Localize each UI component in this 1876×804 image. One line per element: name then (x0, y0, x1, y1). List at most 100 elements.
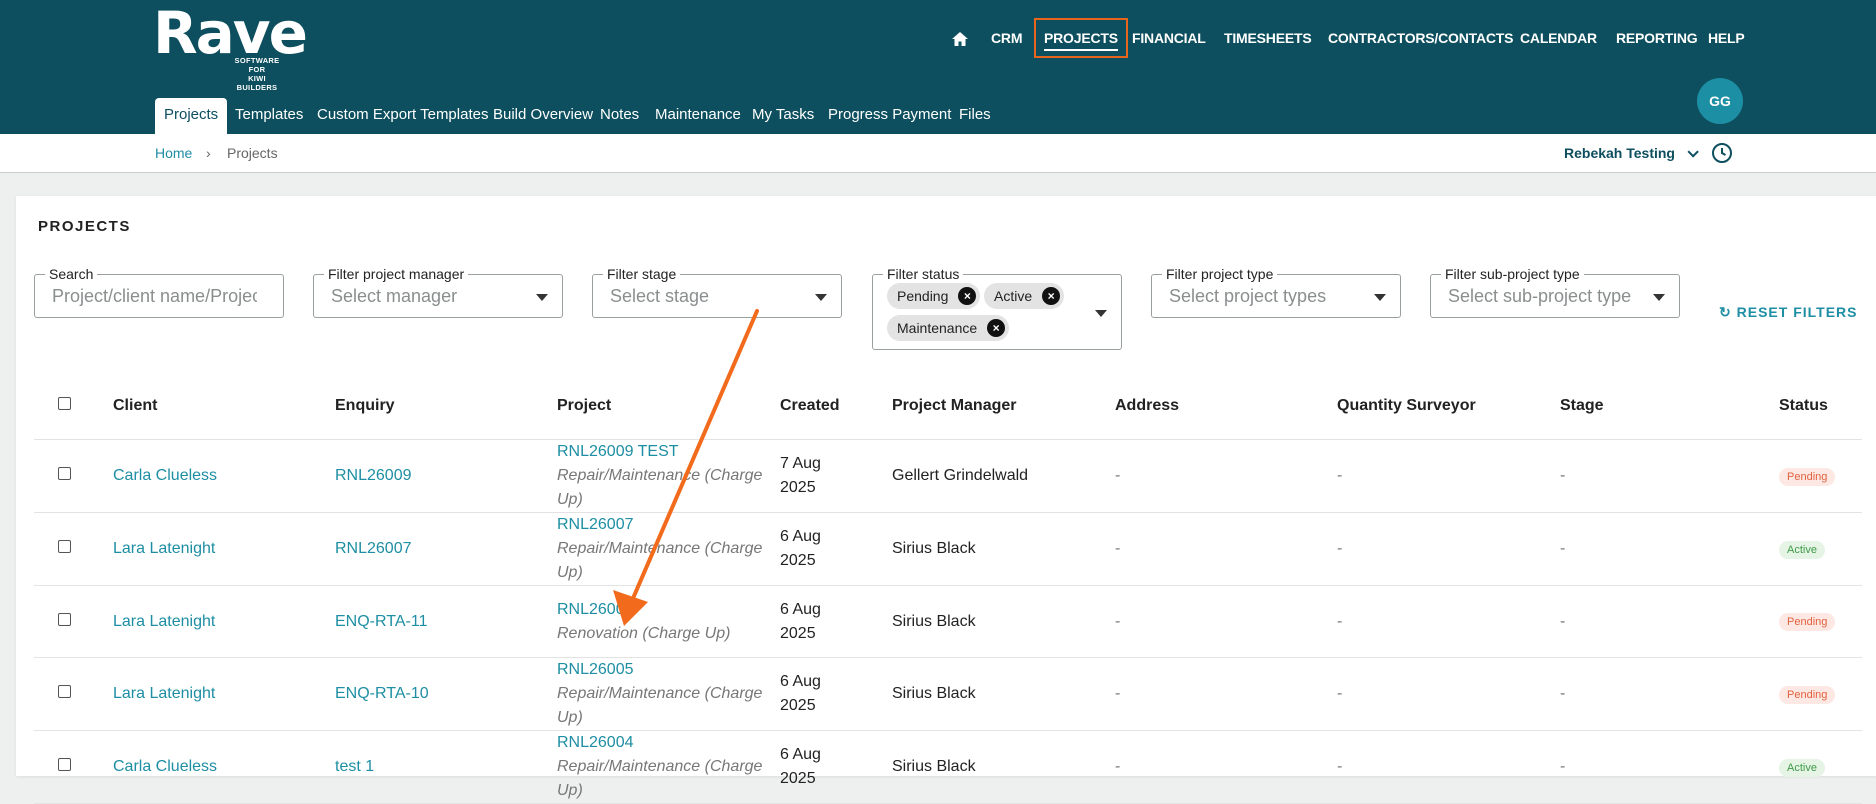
col-client[interactable]: Client (113, 372, 335, 440)
col-status[interactable]: Status (1779, 372, 1862, 440)
project-link[interactable]: RNL26005 (557, 661, 634, 678)
status-chip-maintenance[interactable]: Maintenance × (887, 315, 1010, 341)
tab-projects[interactable]: Projects (155, 98, 228, 134)
filter-project-type[interactable]: Filter project type Select project types (1151, 266, 1401, 318)
table-row[interactable]: Lara Latenight RNL26007 RNL26007 Repair/M… (34, 512, 1862, 586)
address: - (1115, 512, 1337, 586)
filter-sub-project-type[interactable]: Filter sub-project type Select sub-proje… (1430, 266, 1680, 318)
filter-stage[interactable]: Filter stage Select stage (592, 266, 842, 318)
history-clock-icon[interactable] (1711, 142, 1733, 167)
remove-chip-icon[interactable]: × (987, 319, 1006, 337)
project-link[interactable]: RNL26007 (557, 516, 634, 533)
logo-tagline: SOFTWARE FOR KIWI BUILDERS (234, 56, 280, 92)
nav-reporting[interactable]: REPORTING (1616, 20, 1698, 56)
project-type: Repair/Maintenance (Charge Up) (557, 540, 763, 581)
remove-chip-icon[interactable]: × (1042, 287, 1061, 305)
project-type: Repair/Maintenance (Charge Up) (557, 685, 763, 726)
page-title: PROJECTS (38, 218, 131, 235)
client-link[interactable]: Carla Clueless (113, 758, 217, 775)
client-link[interactable]: Carla Clueless (113, 467, 217, 484)
status-badge: Pending (1779, 467, 1836, 486)
client-link[interactable]: Lara Latenight (113, 540, 215, 557)
nav-crm[interactable]: CRM (991, 20, 1022, 56)
col-stage[interactable]: Stage (1560, 372, 1779, 440)
nav-projects[interactable]: PROJECTS (1034, 18, 1128, 58)
filter-stage-label: Filter stage (603, 266, 681, 282)
table-row[interactable]: Lara Latenight ENQ-RTA-11 RNL26006 Renova… (34, 585, 1862, 658)
row-checkbox[interactable] (58, 467, 71, 480)
breadcrumb-current: Projects (227, 145, 278, 161)
table-header-row: Client Enquiry Project Created Project M… (34, 372, 1862, 440)
nav-calendar[interactable]: CALENDAR (1520, 20, 1597, 56)
project-manager: Sirius Black (892, 730, 1115, 804)
filter-stage-placeholder: Select stage (610, 286, 710, 306)
col-created[interactable]: Created (780, 372, 892, 440)
project-link[interactable]: RNL26009 TEST (557, 443, 679, 460)
address: - (1115, 657, 1337, 731)
filter-status-label: Filter status (883, 266, 964, 282)
status-chip-pending[interactable]: Pending × (887, 283, 981, 309)
table-row[interactable]: Lara Latenight ENQ-RTA-10 RNL26005 Repair… (34, 657, 1862, 731)
client-link[interactable]: Lara Latenight (113, 685, 215, 702)
col-project[interactable]: Project (557, 372, 780, 440)
stage: - (1560, 730, 1779, 804)
nav-help[interactable]: HELP (1708, 20, 1745, 56)
dropdown-caret-icon (536, 294, 548, 301)
filter-project-manager-placeholder: Select manager (331, 286, 458, 306)
reset-filters-button[interactable]: ↻ RESET FILTERS (1719, 304, 1857, 321)
tab-build-overview[interactable]: Build Overview (493, 98, 593, 134)
created-year: 2025 (780, 552, 816, 569)
nav-financial[interactable]: FINANCIAL (1132, 20, 1206, 56)
filter-sub-project-type-placeholder: Select sub-project type (1448, 286, 1632, 306)
tab-my-tasks[interactable]: My Tasks (752, 98, 814, 134)
home-icon[interactable] (951, 20, 971, 56)
col-project-manager[interactable]: Project Manager (892, 372, 1115, 440)
tab-notes[interactable]: Notes (600, 98, 639, 134)
enquiry-link[interactable]: test 1 (335, 758, 374, 775)
row-checkbox[interactable] (58, 758, 71, 771)
filter-status[interactable]: Filter status Pending × Active × Maintenan… (872, 266, 1122, 350)
enquiry-link[interactable]: RNL26007 (335, 540, 412, 557)
tab-templates[interactable]: Templates (235, 98, 303, 134)
address: - (1115, 730, 1337, 804)
tab-files[interactable]: Files (959, 98, 991, 134)
nav-timesheets[interactable]: TIMESHEETS (1224, 20, 1312, 56)
row-checkbox[interactable] (58, 540, 71, 553)
filter-sub-project-type-label: Filter sub-project type (1441, 266, 1584, 282)
created-date: 6 Aug (780, 528, 821, 545)
breadcrumb-home[interactable]: Home (155, 134, 192, 172)
enquiry-link[interactable]: ENQ-RTA-11 (335, 613, 427, 630)
project-manager: Gellert Grindelwald (892, 439, 1115, 513)
select-all-checkbox[interactable] (58, 396, 71, 410)
remove-chip-icon[interactable]: × (958, 287, 977, 305)
user-avatar[interactable]: GG (1697, 78, 1743, 124)
created-date: 6 Aug (780, 746, 821, 763)
refresh-icon: ↻ (1719, 304, 1732, 320)
search-placeholder: Project/client name/Project (52, 286, 257, 306)
enquiry-link[interactable]: ENQ-RTA-10 (335, 685, 429, 702)
tab-custom-export-templates[interactable]: Custom Export Templates (317, 98, 488, 134)
filter-project-manager[interactable]: Filter project manager Select manager (313, 266, 563, 318)
tab-maintenance[interactable]: Maintenance (655, 98, 741, 134)
filter-project-type-placeholder: Select project types (1169, 286, 1327, 306)
col-address[interactable]: Address (1115, 372, 1337, 440)
dropdown-caret-icon (1653, 294, 1665, 301)
project-link[interactable]: RNL26006 (557, 601, 634, 618)
tab-progress-payment[interactable]: Progress Payment (828, 98, 951, 134)
project-link[interactable]: RNL26004 (557, 734, 634, 751)
project-type: Repair/Maintenance (Charge Up) (557, 467, 763, 508)
enquiry-link[interactable]: RNL26009 (335, 467, 412, 484)
project-type: Repair/Maintenance (Charge Up) (557, 758, 763, 799)
client-link[interactable]: Lara Latenight (113, 613, 215, 630)
row-checkbox[interactable] (58, 612, 71, 626)
col-quantity-surveyor[interactable]: Quantity Surveyor (1337, 372, 1560, 440)
table-row[interactable]: Carla Clueless RNL26009 RNL26009 TEST Rep… (34, 439, 1862, 513)
col-enquiry[interactable]: Enquiry (335, 372, 557, 440)
nav-contractors-contacts[interactable]: CONTRACTORS/CONTACTS (1328, 20, 1513, 56)
row-checkbox[interactable] (58, 685, 71, 698)
table-row[interactable]: Carla Clueless test 1 RNL26004 Repair/Mai… (34, 730, 1862, 804)
status-chip-active[interactable]: Active × (984, 283, 1065, 309)
search-input[interactable]: Search Project/client name/Project (34, 266, 284, 318)
search-label: Search (45, 266, 98, 282)
account-switcher[interactable]: Rebekah Testing (1564, 134, 1699, 172)
